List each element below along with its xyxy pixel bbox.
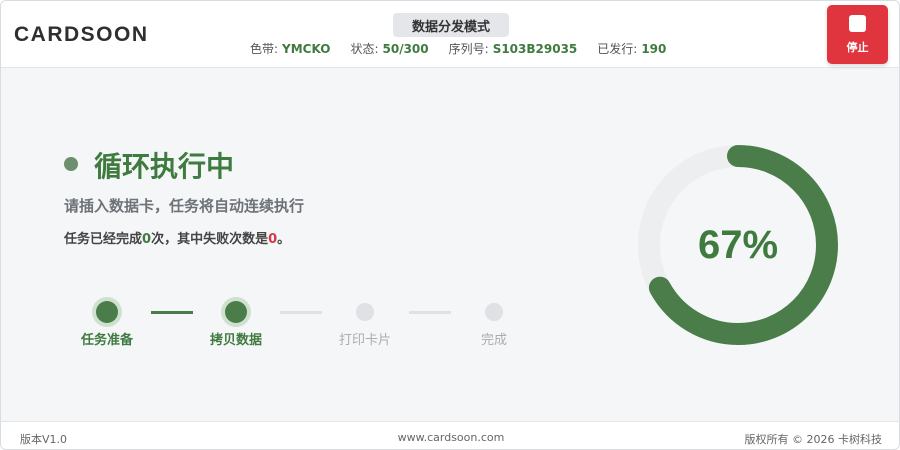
step-dot-finish bbox=[485, 303, 503, 321]
stop-button[interactable]: 停止 bbox=[827, 5, 888, 64]
stop-icon bbox=[849, 14, 866, 32]
copyright-text: 版权所有 © 2026 卡树科技 bbox=[744, 433, 882, 446]
failed-count: 0 bbox=[268, 232, 278, 247]
step-dot-prepare bbox=[96, 301, 118, 323]
issued-value: 190 bbox=[641, 42, 667, 56]
serial-status: 序列号: S103B29035 bbox=[448, 42, 578, 56]
ribbon-status: 色带: YMCKO bbox=[250, 42, 331, 56]
header: CARDSOON 数据分发模式 色带: YMCKO 状态: 50/300 序列号: S… bbox=[1, 1, 899, 68]
step-label-prepare: 任务准备 bbox=[80, 333, 133, 348]
stop-label: 停止 bbox=[846, 40, 869, 54]
state-status: 状态: 50/300 bbox=[350, 42, 429, 56]
step-connector bbox=[409, 311, 451, 314]
task-progress-text: 任务已经完成0次，其中失败次数是0。 bbox=[64, 232, 291, 247]
instruction-text: 请插入数据卡，任务将自动连续执行 bbox=[64, 197, 305, 215]
progress-percent: 67% bbox=[697, 222, 779, 267]
step-dot-print bbox=[356, 303, 374, 321]
step-label-print: 打印卡片 bbox=[338, 333, 391, 348]
status-title: 循环执行中 bbox=[94, 150, 235, 183]
state-value: 50/300 bbox=[382, 42, 429, 56]
serial-value: S103B29035 bbox=[492, 42, 578, 56]
step-label-copy: 拷贝数据 bbox=[209, 333, 262, 348]
status-indicator-dot bbox=[64, 157, 78, 171]
logo: CARDSOON bbox=[14, 23, 149, 46]
app-window: CARDSOON 数据分发模式 色带: YMCKO 状态: 50/300 序列号: S… bbox=[0, 0, 900, 450]
step-label-finish: 完成 bbox=[480, 333, 507, 348]
ribbon-value: YMCKO bbox=[282, 42, 331, 56]
step-connector bbox=[151, 311, 193, 314]
completed-count: 0 bbox=[142, 232, 152, 247]
step-connector bbox=[280, 311, 322, 314]
device-status-line: 色带: YMCKO 状态: 50/300 序列号: S103B29035 已发行: 19… bbox=[250, 40, 666, 57]
step-dot-copy bbox=[225, 301, 247, 323]
mode-badge: 数据分发模式 bbox=[393, 13, 509, 37]
footer: 版本V1.0 www.cardsoon.com 版权所有 © 2026 卡树科技 bbox=[1, 421, 899, 449]
issued-status: 已发行: 190 bbox=[597, 42, 667, 56]
